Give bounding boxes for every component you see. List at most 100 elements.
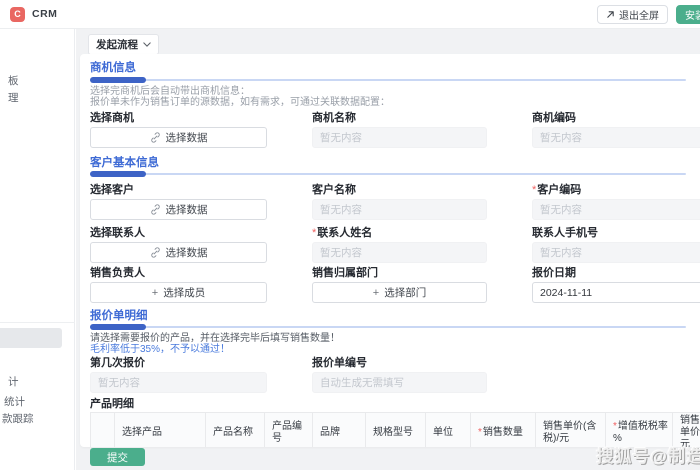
field-select-contact: 选择联系人 选择数据 — [90, 228, 267, 263]
plus-icon: + — [151, 286, 159, 299]
select-member-label: 选择成员 — [163, 287, 206, 299]
required-asterisk: * — [532, 184, 537, 196]
quote-desc-2: 毛利率低于35%，不予以通过！ — [90, 344, 231, 355]
opportunity-name-label: 商机名称 — [312, 112, 356, 124]
field-select-customer: 选择客户 选择数据 — [90, 185, 267, 220]
quote-no-input[interactable] — [312, 372, 487, 393]
customer-name-input[interactable] — [312, 199, 487, 220]
sales-dept-label: 销售归属部门 — [312, 267, 378, 279]
sidebar-item-selected[interactable] — [0, 328, 62, 348]
app-logo-icon: C — [10, 6, 25, 22]
col-row-handle — [90, 412, 115, 447]
col-product-name: 产品名称 — [205, 412, 265, 447]
install-template-button[interactable]: 安装模板 — [676, 4, 700, 24]
sidebar-item-manage[interactable]: 理 — [8, 90, 19, 105]
sidebar-item-dashboard[interactable]: 板 — [8, 73, 19, 88]
sidebar-item-stat-2[interactable]: 统计 — [4, 394, 25, 409]
section-progress-bar — [90, 324, 686, 330]
contact-name-input[interactable] — [312, 242, 487, 263]
quote-round-input[interactable] — [90, 372, 267, 393]
select-contact-label: 选择联系人 — [90, 227, 145, 239]
col-sales-qty: *销售数量 — [470, 412, 536, 447]
field-opportunity-name: 商机名称 — [312, 113, 487, 148]
required-asterisk: * — [312, 227, 317, 239]
required-asterisk: * — [478, 427, 482, 438]
select-data-label: 选择数据 — [165, 247, 208, 259]
contact-phone-label: 联系人手机号 — [532, 227, 598, 239]
main-area: 发起流程 商机信息 选择完商机后会自动带出商机信息： 报价单未作为销售订单的源数… — [76, 29, 700, 470]
section-progress-bar — [90, 171, 686, 177]
start-flow-label: 发起流程 — [96, 39, 138, 51]
customer-name-label: 客户名称 — [312, 184, 356, 196]
app-title: CRM — [32, 8, 58, 20]
watermark-text: 搜狐号@制造 — [596, 447, 700, 466]
opportunity-code-label: 商机编码 — [532, 112, 576, 124]
quote-round-label: 第几次报价 — [90, 357, 145, 369]
sidebar-item-payment-track[interactable]: 款跟踪 — [2, 411, 34, 426]
select-opportunity-button[interactable]: 选择数据 — [90, 127, 267, 148]
contact-phone-input[interactable] — [532, 242, 700, 263]
exit-fullscreen-button[interactable]: 退出全屏 — [597, 4, 668, 24]
field-quote-date: 报价日期 — [532, 268, 700, 303]
opportunity-desc-2: 报价单未作为销售订单的源数据，如有需求，可通过关联数据配置： — [90, 97, 390, 108]
opportunity-name-input[interactable] — [312, 127, 487, 148]
brand: C CRM — [10, 6, 58, 22]
col-brand: 品牌 — [312, 412, 366, 447]
quote-desc-1: 请选择需要报价的产品，并在选择完毕后填写销售数量！ — [90, 333, 340, 344]
select-contact-button[interactable]: 选择数据 — [90, 242, 267, 263]
col-unit: 单位 — [425, 412, 471, 447]
select-data-label: 选择数据 — [165, 204, 208, 216]
sidebar-item-stat-1[interactable]: 计 — [8, 374, 19, 389]
select-opportunity-label: 选择商机 — [90, 112, 134, 124]
sales-owner-label: 销售负责人 — [90, 267, 145, 279]
field-sales-owner: 销售负责人 + 选择成员 — [90, 268, 267, 303]
quote-no-label: 报价单编号 — [312, 357, 367, 369]
select-dept-button[interactable]: + 选择部门 — [312, 282, 487, 303]
col-spec-model: 规格型号 — [365, 412, 426, 447]
field-customer-name: 客户名称 — [312, 185, 487, 220]
col-unit-price-taxed: 销售单价(含税)/元 — [535, 412, 606, 447]
field-sales-dept: 销售归属部门 + 选择部门 — [312, 268, 487, 303]
chevron-down-icon — [143, 42, 151, 47]
field-contact-phone: 联系人手机号 — [532, 228, 700, 263]
section-title-opportunity: 商机信息 — [90, 62, 136, 74]
crm-app-screen: C CRM 退出全屏 安装模板 板 理 计 统计 款跟踪 发起流程 — [0, 0, 700, 470]
field-contact-name: *联系人姓名 — [312, 228, 487, 263]
section-title-quote: 报价单明细 — [90, 310, 148, 322]
exit-fullscreen-label: 退出全屏 — [619, 10, 659, 22]
topbar-actions: 退出全屏 安装模板 — [597, 4, 700, 24]
start-flow-button[interactable]: 发起流程 — [88, 34, 159, 55]
install-template-label: 安装模板 — [685, 10, 700, 22]
top-bar: C CRM 退出全屏 安装模板 — [0, 0, 700, 29]
section-progress-bar — [90, 77, 686, 83]
select-dept-label: 选择部门 — [384, 287, 427, 299]
contact-name-label: *联系人姓名 — [312, 227, 373, 239]
required-asterisk: * — [613, 421, 617, 432]
field-select-opportunity: 选择商机 选择数据 — [90, 113, 267, 148]
col-product-code: 产品编号 — [264, 412, 313, 447]
opportunity-code-input[interactable] — [532, 127, 700, 148]
sidebar-divider — [0, 322, 75, 323]
link-icon — [150, 247, 161, 258]
select-customer-label: 选择客户 — [90, 184, 134, 196]
field-opportunity-code: 商机编码 — [532, 113, 700, 148]
opportunity-desc-1: 选择完商机后会自动带出商机信息： — [90, 86, 250, 97]
customer-code-label: *客户编码 — [532, 184, 582, 196]
select-customer-button[interactable]: 选择数据 — [90, 199, 267, 220]
exit-fullscreen-icon — [606, 10, 615, 19]
quotation-form-card: 商机信息 选择完商机后会自动带出商机信息： 报价单未作为销售订单的源数据，如有需… — [80, 54, 700, 447]
field-quote-no: 报价单编号 — [312, 358, 487, 393]
plus-icon: + — [372, 286, 380, 299]
col-select-product: 选择产品 — [114, 412, 206, 447]
sidebar: 板 理 计 统计 款跟踪 — [0, 29, 75, 470]
section-title-customer: 客户基本信息 — [90, 157, 159, 169]
select-data-label: 选择数据 — [165, 132, 208, 144]
quote-date-input[interactable] — [532, 282, 700, 303]
field-customer-code: *客户编码 — [532, 185, 700, 220]
select-member-button[interactable]: + 选择成员 — [90, 282, 267, 303]
quote-date-label: 报价日期 — [532, 267, 576, 279]
link-icon — [150, 132, 161, 143]
customer-code-input[interactable] — [532, 199, 700, 220]
submit-button[interactable]: 提交 — [90, 448, 145, 466]
product-detail-title: 产品明细 — [90, 398, 134, 410]
